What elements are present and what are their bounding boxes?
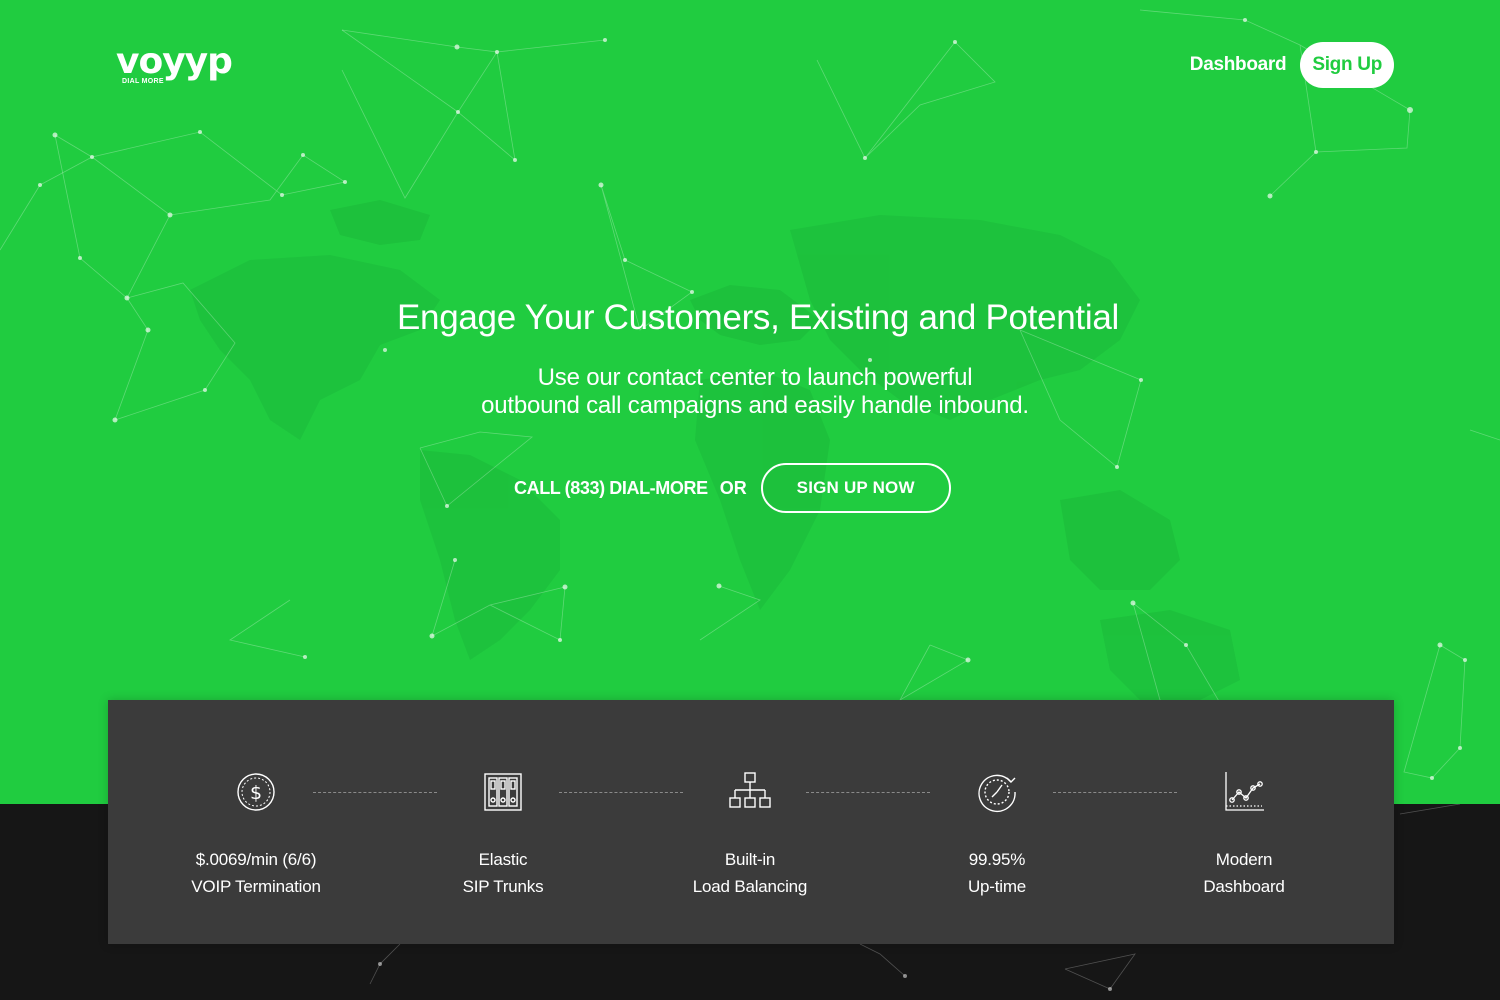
hero-headline: Engage Your Customers, Existing and Pote… [397, 298, 1119, 337]
cta-or-label: OR [719, 477, 747, 498]
stopwatch-icon [978, 774, 1016, 813]
feature-dashboard-line1: Modern [1215, 850, 1273, 869]
feature-sip-line1: Elastic [478, 850, 528, 869]
sign-up-now-button[interactable]: SIGN UP NOW [760, 463, 951, 513]
feature-load-balancing: Built-in Load Balancing [640, 770, 860, 900]
hero-section: voyyp DIAL MORE Dashboard Sign Up Engage… [0, 0, 1500, 804]
network-hierarchy-icon [729, 772, 771, 808]
brand-name: voyyp [116, 41, 233, 82]
feature-sip-line2: SIP Trunks [462, 877, 544, 896]
feature-elastic-sip: Elastic SIP Trunks [393, 770, 613, 900]
feature-lb-line1: Built-in [724, 850, 776, 869]
server-rack-icon [484, 773, 522, 811]
hero-subheadline: Use our contact center to launch powerfu… [0, 364, 1500, 420]
feature-dashboard: Modern Dashboard [1134, 770, 1354, 900]
call-phone-link[interactable]: CALL (833) DIAL-MORE [514, 478, 708, 499]
hero-subheadline-line1: Use our contact center to launch powerfu… [537, 364, 973, 391]
feature-dashboard-line2: Dashboard [1203, 877, 1285, 896]
dashboard-link[interactable]: Dashboard [1190, 54, 1287, 76]
top-nav: Dashboard Sign Up [1190, 42, 1394, 88]
feature-voip-line1: $.0069/min (6/6) [195, 850, 317, 869]
feature-voip-termination: $ $.0069/min (6/6) VOIP Termination [146, 770, 366, 900]
hero-cta-row: CALL (833) DIAL-MORE OR SIGN UP NOW [514, 463, 951, 513]
feature-uptime-line1: 99.95% [968, 850, 1026, 869]
features-panel: $ $.0069/min (6/6) VOIP Termination Elas… [108, 700, 1394, 944]
feature-lb-line2: Load Balancing [692, 877, 808, 896]
sign-up-button[interactable]: Sign Up [1300, 42, 1394, 88]
dollar-coin-icon: $ [237, 773, 275, 811]
world-map-silhouette [190, 200, 1240, 700]
feature-uptime-line2: Up-time [967, 877, 1027, 896]
svg-text:$: $ [250, 782, 262, 804]
brand-logo[interactable]: voyyp DIAL MORE [116, 44, 240, 94]
brand-tagline: DIAL MORE [122, 78, 164, 85]
feature-uptime: 99.95% Up-time [887, 770, 1107, 900]
hero-subheadline-line2: outbound call campaigns and easily handl… [481, 392, 1029, 419]
line-chart-icon [1225, 772, 1264, 811]
feature-voip-line2: VOIP Termination [191, 877, 321, 896]
